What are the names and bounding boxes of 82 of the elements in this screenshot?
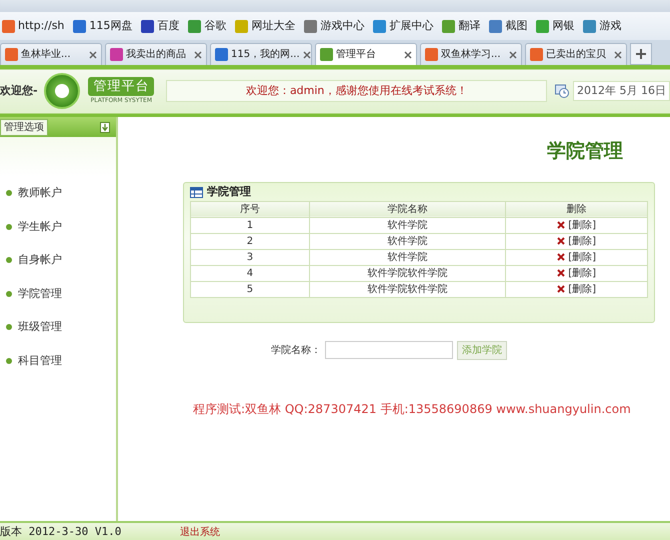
new-tab-button[interactable]: [630, 43, 652, 65]
field-label: 学院名称：: [271, 344, 321, 358]
delete-x-icon: [557, 236, 566, 245]
tab-label: 管理平台: [336, 48, 376, 62]
table-cell: 软件学院: [309, 249, 506, 265]
bullet-icon: [6, 257, 12, 264]
browser-tab[interactable]: 鱼林毕业...: [0, 43, 102, 65]
delete-link[interactable]: [删除]: [568, 220, 596, 230]
delete-link[interactable]: [删除]: [568, 284, 596, 294]
tab-label: 双鱼林学习...: [441, 48, 501, 62]
bookmark-link[interactable]: 网银: [536, 18, 574, 34]
bullet-icon: [6, 190, 12, 196]
table-cell: 1: [190, 217, 310, 233]
column-header: 删除: [506, 201, 648, 217]
table-cell: 软件学院软件学院: [309, 265, 506, 281]
browser-tab[interactable]: 双鱼林学习...: [420, 43, 522, 65]
sidebar-item[interactable]: 教师帐户: [18, 185, 62, 202]
bullet-icon: [6, 224, 12, 230]
browser-tab[interactable]: 已卖出的宝贝: [525, 43, 627, 65]
table-cell: 软件学院: [309, 217, 506, 233]
calendar-clock-icon: [555, 84, 570, 98]
close-icon[interactable]: [404, 50, 412, 58]
delete-link[interactable]: [删除]: [568, 252, 596, 262]
tab-label: 115，我的网...: [231, 48, 300, 62]
tab-label: 鱼林毕业...: [21, 48, 71, 62]
close-icon[interactable]: [614, 50, 622, 58]
bookmark-link[interactable]: 游戏中心: [304, 18, 364, 34]
delete-link[interactable]: [删除]: [568, 268, 596, 278]
close-icon[interactable]: [509, 50, 517, 58]
version-text: 版本 2012-3-30 V1.0: [0, 524, 122, 540]
welcome-message: 欢迎您：admin，感谢您使用在线考试系统！: [166, 80, 548, 102]
college-name-field[interactable]: [325, 341, 453, 359]
sidebar-item[interactable]: 科目管理: [18, 352, 62, 369]
bookmark-link[interactable]: 翻译: [442, 18, 480, 34]
bookmark-link[interactable]: 扩展中心: [373, 18, 434, 34]
bookmark-link[interactable]: 谷歌: [188, 18, 226, 34]
sidebar-title: 管理选项: [0, 118, 48, 136]
delete-x-icon: [557, 268, 566, 277]
browser-tab[interactable]: 管理平台: [315, 43, 417, 65]
bookmark-link[interactable]: 游戏: [583, 18, 622, 34]
table-cell: 3: [190, 249, 310, 265]
sidebar-item[interactable]: 班级管理: [18, 319, 62, 336]
bookmark-link[interactable]: 截图: [489, 18, 528, 34]
browser-tab[interactable]: 我卖出的商品: [105, 43, 207, 65]
logout-link[interactable]: 退出系统: [180, 524, 220, 540]
tab-label: 已卖出的宝贝: [546, 48, 606, 62]
logo-title: 管理平台: [88, 76, 154, 96]
bookmark-link[interactable]: 115网盘: [73, 18, 132, 34]
tab-label: 我卖出的商品: [126, 48, 186, 62]
table-icon: [190, 187, 203, 198]
close-icon[interactable]: [194, 50, 202, 58]
delete-x-icon: [557, 252, 566, 261]
page-title: 学院管理: [546, 139, 624, 164]
panel-title: 学院管理: [207, 184, 251, 200]
down-arrow-icon[interactable]: [100, 122, 110, 132]
table-cell: 5: [190, 281, 310, 297]
sidebar-item[interactable]: 学院管理: [18, 286, 62, 302]
column-header: 序号: [190, 201, 310, 217]
bookmark-link[interactable]: 百度: [141, 18, 180, 34]
date-display: 2012年 5月 16日: [573, 80, 670, 102]
table-cell: 软件学院: [309, 233, 506, 249]
table-cell: 4: [190, 265, 310, 281]
bookmark-link[interactable]: 网址大全: [235, 18, 296, 34]
browser-tab[interactable]: 115，我的网...: [210, 43, 312, 65]
logo-icon: [44, 73, 80, 109]
sidebar-item[interactable]: 学生帐户: [18, 218, 62, 235]
welcome-text: 欢迎您-: [0, 82, 39, 99]
bullet-icon: [6, 358, 12, 364]
delete-x-icon: [557, 220, 566, 229]
credit-text: 程序测试:双鱼林 QQ:287307421 手机:13558690869 www.shuangyulin.com: [193, 400, 632, 418]
plus-icon: [635, 48, 647, 60]
close-icon[interactable]: [89, 50, 97, 58]
bullet-icon: [6, 324, 12, 330]
delete-link[interactable]: [删除]: [568, 236, 596, 246]
bullet-icon: [6, 290, 12, 297]
column-header: 学院名称: [309, 201, 506, 217]
close-icon[interactable]: [302, 50, 311, 58]
sidebar-item[interactable]: 自身帐户: [18, 252, 62, 268]
bookmark-link[interactable]: http://sh: [2, 18, 64, 34]
table-cell: 软件学院软件学院: [309, 281, 506, 297]
delete-x-icon: [557, 284, 566, 293]
table-cell: 2: [190, 233, 310, 249]
